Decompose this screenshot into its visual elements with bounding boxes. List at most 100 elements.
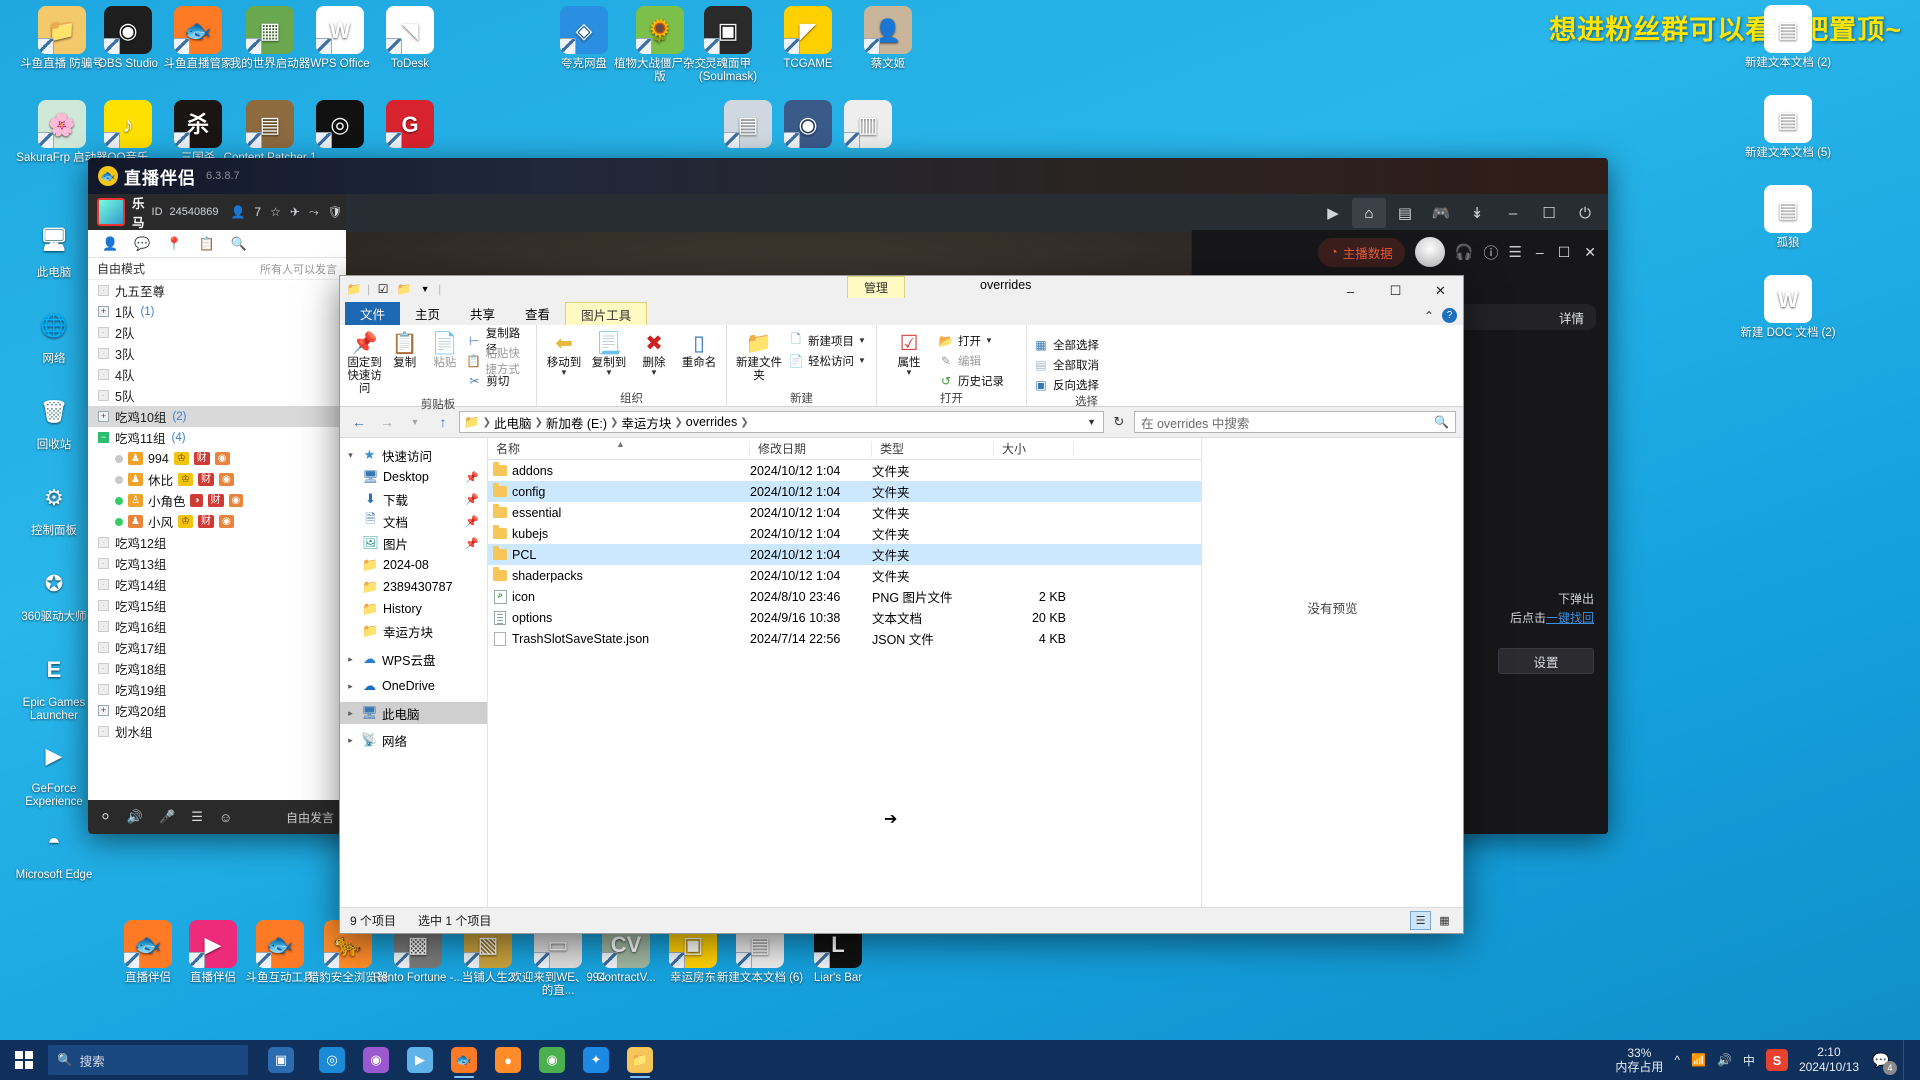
expander-icon[interactable]: · — [98, 285, 109, 296]
new-item-button[interactable]: 🗋 新建项目 ▼ — [788, 332, 866, 349]
cut-button[interactable]: ✂ 剪切 — [466, 372, 530, 389]
location-icon[interactable]: 📍 — [166, 236, 182, 252]
minimize-icon[interactable]: – — [1496, 198, 1530, 228]
breadcrumb[interactable]: 📁 ❯ 此电脑 ❯ 新加卷 (E:) ❯ 幸运方块 ❯ overrides ❯ … — [459, 411, 1104, 433]
taskbar-app-explorer[interactable]: 📁 — [618, 1040, 662, 1080]
chevron-down-icon[interactable]: ▼ — [560, 369, 568, 377]
rename-button[interactable]: ▯ 重命名 — [678, 328, 720, 370]
menu-icon[interactable]: ☰ — [1508, 243, 1521, 261]
record-icon[interactable]: ▶ — [1316, 198, 1350, 228]
group-item[interactable]: · 吃鸡16组 — [88, 616, 346, 637]
live-group-list[interactable]: · 九五至尊 + 1队 (1) · 2队 · 3队 · 4队 · 5队 + 吃鸡… — [88, 280, 346, 800]
refresh-icon[interactable]: ↻ — [1108, 411, 1130, 433]
group-item[interactable]: · 九五至尊 — [88, 280, 346, 301]
table-row[interactable]: PCL 2024/10/12 1:04 文件夹 — [488, 544, 1201, 565]
breadcrumb-item-2[interactable]: 幸运方块 — [621, 413, 671, 432]
nav-item-desktop[interactable]: 🖥 Desktop 📌 — [340, 466, 487, 488]
expander-icon[interactable]: − — [98, 432, 109, 443]
desktop-icon[interactable]: ▥ — [820, 100, 916, 152]
expander-icon[interactable]: · — [98, 348, 109, 359]
nav-item-downloads[interactable]: ⬇ 下载 📌 — [340, 488, 487, 510]
person-icon[interactable]: 👤 — [102, 236, 118, 252]
group-item[interactable]: + 1队 (1) — [88, 301, 346, 322]
ime-indicator[interactable]: 中 — [1743, 1052, 1755, 1069]
expander-icon[interactable]: · — [98, 537, 109, 548]
group-item[interactable]: · 2队 — [88, 322, 346, 343]
star-icon[interactable]: ☆ — [270, 205, 281, 220]
select-all-button[interactable]: ▦ 全部选择 — [1033, 336, 1099, 353]
speaker-icon[interactable]: 🔊 — [127, 809, 143, 825]
member-item[interactable]: ♟ 休比 ♔ 财 ◉ — [88, 469, 346, 490]
column-date[interactable]: 修改日期 — [750, 440, 872, 457]
pin-icon[interactable]: 📌 — [465, 515, 479, 528]
copy-to-button[interactable]: 📃 复制到 ▼ — [588, 328, 630, 377]
mute-user-icon[interactable]: ⚪ — [100, 809, 111, 825]
taskbar-app-browser[interactable]: ◉ — [354, 1040, 398, 1080]
member-item[interactable]: ♙ 小角色 ◑ 财 ◉ — [88, 490, 346, 511]
expander-icon[interactable]: · — [98, 726, 109, 737]
tab-picture-tools[interactable]: 图片工具 — [565, 302, 648, 325]
desktop-icon[interactable]: ▤ 孤狼 — [1740, 185, 1836, 250]
tab-share[interactable]: 共享 — [455, 302, 510, 325]
volume-icon[interactable]: 🔊 — [1717, 1053, 1732, 1067]
expander-icon[interactable]: + — [98, 705, 109, 716]
expander-icon[interactable]: · — [98, 663, 109, 674]
nav-item-documents[interactable]: 🗎 文档 📌 — [340, 510, 487, 532]
pin-icon[interactable]: 📌 — [465, 493, 479, 506]
chevron-down-icon[interactable]: ▼ — [417, 281, 433, 297]
expander-icon[interactable]: · — [98, 327, 109, 338]
properties-button[interactable]: ☑ 属性 ▼ — [883, 328, 935, 377]
large-icons-view-button[interactable]: ▦ — [1434, 911, 1455, 930]
group-item[interactable]: + 吃鸡10组 (2) — [88, 406, 346, 427]
nav-item-network[interactable]: ▸ 📡 网络 — [340, 729, 487, 751]
gamepad-icon[interactable]: 🎮 — [1424, 198, 1458, 228]
history-button[interactable]: ↺ 历史记录 — [938, 372, 1004, 389]
desktop-icon[interactable]: ▤ 新建文本文档 (5) — [1740, 95, 1836, 160]
pin-icon[interactable]: 📌 — [465, 537, 479, 550]
desktop-icon[interactable]: ▤ 新建文本文档 (2) — [1740, 5, 1836, 70]
nav-item-wps-cloud[interactable]: ▸ ☁ WPS云盘 — [340, 648, 487, 670]
emoji-icon[interactable]: ☺ — [219, 810, 232, 825]
table-row[interactable]: TrashSlotSaveState.json 2024/7/14 22:56 … — [488, 628, 1201, 649]
chevron-right-icon[interactable]: ▸ — [344, 654, 357, 665]
window-maximize-icon[interactable]: ☐ — [1558, 244, 1571, 261]
table-row[interactable]: P icon 2024/8/10 23:46 PNG 图片文件 2 KB — [488, 586, 1201, 607]
expander-icon[interactable]: · — [98, 390, 109, 401]
taskbar-app[interactable]: ▣ — [252, 1040, 310, 1080]
maximize-icon[interactable]: ☐ — [1532, 198, 1566, 228]
move-to-button[interactable]: ⬅ 移动到 ▼ — [543, 328, 585, 377]
new-folder-button[interactable]: 📁 新建文件夹 — [733, 328, 785, 383]
taskbar-app-douyu[interactable]: 🐟 — [442, 1040, 486, 1080]
breadcrumb-item-3[interactable]: overrides — [686, 415, 737, 429]
share-icon[interactable]: ⤳ — [309, 205, 319, 220]
taskbar-app-tool[interactable]: ✦ — [574, 1040, 618, 1080]
group-item[interactable]: · 吃鸡13组 — [88, 553, 346, 574]
desktop-icon[interactable]: ◥ ToDesk — [362, 6, 458, 71]
user-avatar[interactable] — [1414, 237, 1445, 267]
settings-button[interactable]: 设置 — [1498, 648, 1594, 674]
streamer-data-button[interactable]: ◔ 主播数据 — [1318, 237, 1405, 267]
chevron-right-icon[interactable]: ▸ — [344, 681, 357, 692]
group-item[interactable]: · 吃鸡12组 — [88, 532, 346, 553]
taskbar-app-media[interactable]: ▶ — [398, 1040, 442, 1080]
nav-item-folder[interactable]: 📁 2389430787 — [340, 576, 487, 598]
desktop-icon[interactable]: G — [362, 100, 458, 152]
start-button[interactable] — [0, 1040, 48, 1080]
show-desktop-button[interactable] — [1903, 1040, 1910, 1080]
chevron-down-icon[interactable]: ▼ — [905, 369, 913, 377]
taskbar-app-firefox[interactable]: ● — [486, 1040, 530, 1080]
table-row[interactable]: essential 2024/10/12 1:04 文件夹 — [488, 502, 1201, 523]
group-item[interactable]: · 5队 — [88, 385, 346, 406]
notifications-icon[interactable]: 💬 4 — [1870, 1049, 1897, 1075]
column-size[interactable]: 大小 — [994, 440, 1074, 457]
easy-access-button[interactable]: 📄 轻松访问 ▼ — [788, 352, 866, 369]
search-icon[interactable]: 🔍 — [231, 236, 247, 252]
collapse-ribbon-icon[interactable]: ⌃ — [1424, 309, 1434, 323]
new-folder-icon[interactable]: 📁 — [396, 281, 412, 297]
expander-icon[interactable]: · — [98, 684, 109, 695]
copy-button[interactable]: 📋 复制 — [386, 328, 423, 370]
expander-icon[interactable]: · — [98, 579, 109, 590]
nav-item-folder[interactable]: 📁 2024-08 — [340, 554, 487, 576]
expander-icon[interactable]: · — [98, 369, 109, 380]
table-row[interactable]: config 2024/10/12 1:04 文件夹 — [488, 481, 1201, 502]
